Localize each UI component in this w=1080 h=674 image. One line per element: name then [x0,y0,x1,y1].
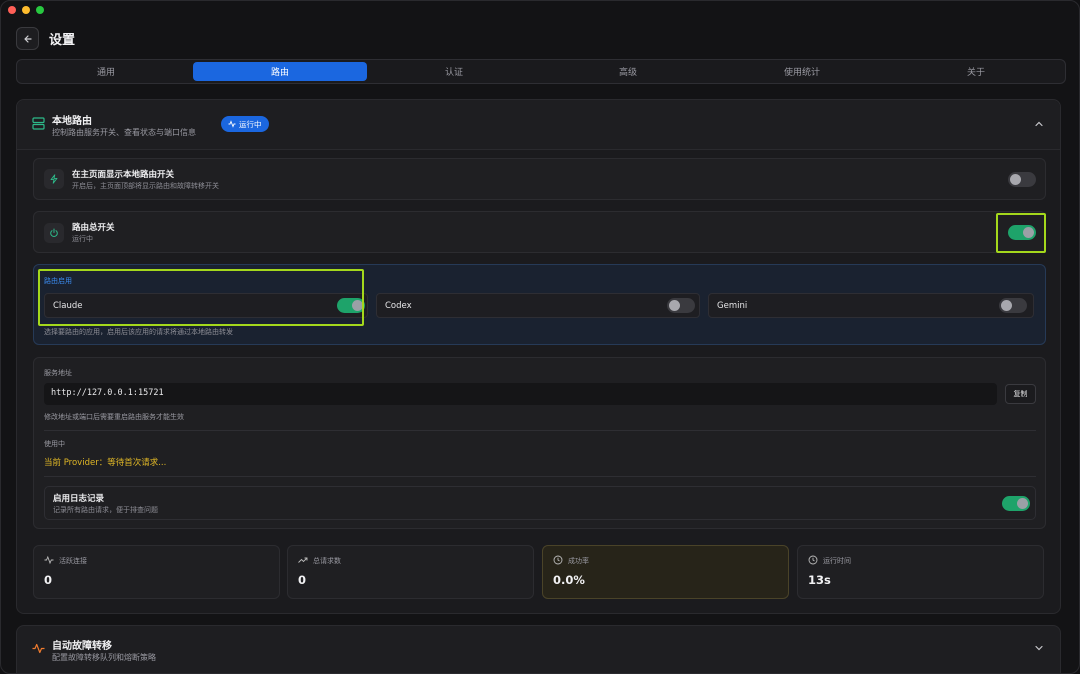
stat-value: 0 [44,573,53,587]
master-switch-highlight [996,213,1046,253]
stat-value: 13s [808,573,831,587]
local-routing-panel: 本地路由 控制路由服务开关、查看状态与端口信息 运行中 在主页面显示本地路由开关… [16,99,1061,614]
app-codex[interactable]: Codex [376,293,700,318]
tab-general[interactable]: 通用 [19,62,193,81]
service-address-hint: 修改地址或端口后需要重启路由服务才能生效 [44,413,184,421]
current-provider-text: 当前 Provider：等待首次请求... [44,458,167,468]
log-toggle-subtitle: 记录所有路由请求，便于排查问题 [53,506,158,514]
chevron-down-icon[interactable] [1034,643,1044,653]
arrow-left-icon [23,34,32,43]
tab-auth[interactable]: 认证 [367,62,541,81]
power-icon-box [44,223,64,243]
failover-subtitle: 配置故障转移队列和熔断策略 [52,653,156,662]
show-routing-toggle-card: 在主页面显示本地路由开关 开启后，主页面顶部将显示路由和故障转移开关 [33,158,1046,200]
status-badge-label: 运行中 [239,119,262,129]
trending-up-icon [298,557,308,563]
app-codex-label: Codex [385,301,412,311]
app-codex-switch[interactable] [667,298,695,313]
activity-icon [44,555,54,565]
app-gemini[interactable]: Gemini [708,293,1034,318]
stat-value: 0.0% [553,573,585,587]
settings-tabs: 通用 路由 认证 高级 使用统计 关于 [16,59,1066,84]
divider [44,430,1036,431]
clock-icon [808,555,818,565]
activity-icon [228,120,236,128]
close-window-button[interactable] [8,6,16,14]
failover-title: 自动故障转移 [52,641,112,652]
local-routing-title: 本地路由 [52,116,92,127]
stat-label: 总请求数 [313,557,341,565]
app-gemini-label: Gemini [717,301,748,311]
failover-panel[interactable]: 自动故障转移 配置故障转移队列和熔断策略 [16,625,1061,673]
app-claude-highlight [38,269,364,326]
service-address-field[interactable]: http://127.0.0.1:15721 [44,383,997,405]
zap-icon-box [44,169,64,189]
page-header: 设置 [16,27,75,50]
master-switch-status: 运行中 [72,235,93,243]
divider [44,476,1036,477]
stat-total-requests: 总请求数 0 [287,545,534,599]
tab-about[interactable]: 关于 [889,62,1063,81]
switch-knob [1001,300,1012,311]
switch-knob [1017,498,1028,509]
tab-routing[interactable]: 路由 [193,62,367,81]
zap-icon [50,174,58,184]
switch-knob [669,300,680,311]
app-gemini-switch[interactable] [999,298,1027,313]
maximize-window-button[interactable] [36,6,44,14]
chevron-up-icon[interactable] [1034,119,1044,129]
stat-label: 成功率 [568,557,589,565]
local-routing-header[interactable]: 本地路由 控制路由服务开关、查看状态与端口信息 运行中 [17,100,1060,150]
clock-icon [553,555,563,565]
copy-button[interactable]: 复制 [1005,384,1036,404]
service-card: 服务地址 http://127.0.0.1:15721 复制 修改地址或端口后需… [33,357,1046,529]
show-routing-toggle-subtitle: 开启后，主页面顶部将显示路由和故障转移开关 [72,182,219,190]
tab-usage-stats[interactable]: 使用统计 [715,62,889,81]
local-routing-subtitle: 控制路由服务开关、查看状态与端口信息 [52,128,196,137]
settings-window: 设置 通用 路由 认证 高级 使用统计 关于 本地路由 控制路由服务开关、查看状… [0,0,1080,674]
master-switch-card: 路由总开关 运行中 [33,211,1046,253]
power-icon [50,228,58,237]
show-routing-toggle-title: 在主页面显示本地路由开关 [72,170,175,180]
stat-value: 0 [298,573,307,587]
tab-advanced[interactable]: 高级 [541,62,715,81]
page-title: 设置 [49,33,76,48]
log-toggle-card: 启用日志记录 记录所有路由请求，便于排查问题 [44,486,1036,520]
switch-knob [1010,174,1021,185]
show-routing-toggle-switch[interactable] [1008,172,1036,187]
stat-success-rate: 成功率 0.0% [542,545,789,599]
stat-uptime: 运行时间 13s [797,545,1044,599]
service-address-label: 服务地址 [44,369,72,377]
back-button[interactable] [16,27,39,50]
server-icon [32,117,45,130]
stat-label: 运行时间 [823,557,851,565]
status-badge: 运行中 [221,116,269,132]
stat-active-connections: 活跃连接 0 [33,545,280,599]
log-toggle-switch[interactable] [1002,496,1030,511]
in-use-label: 使用中 [44,440,65,448]
routing-apps-hint: 选择要路由的应用，启用后该应用的请求将通过本地路由转发 [44,328,233,336]
master-switch-title: 路由总开关 [72,223,115,233]
window-controls [8,6,44,14]
stat-label: 活跃连接 [59,557,87,565]
minimize-window-button[interactable] [22,6,30,14]
activity-icon [32,643,45,654]
log-toggle-title: 启用日志记录 [53,494,105,504]
